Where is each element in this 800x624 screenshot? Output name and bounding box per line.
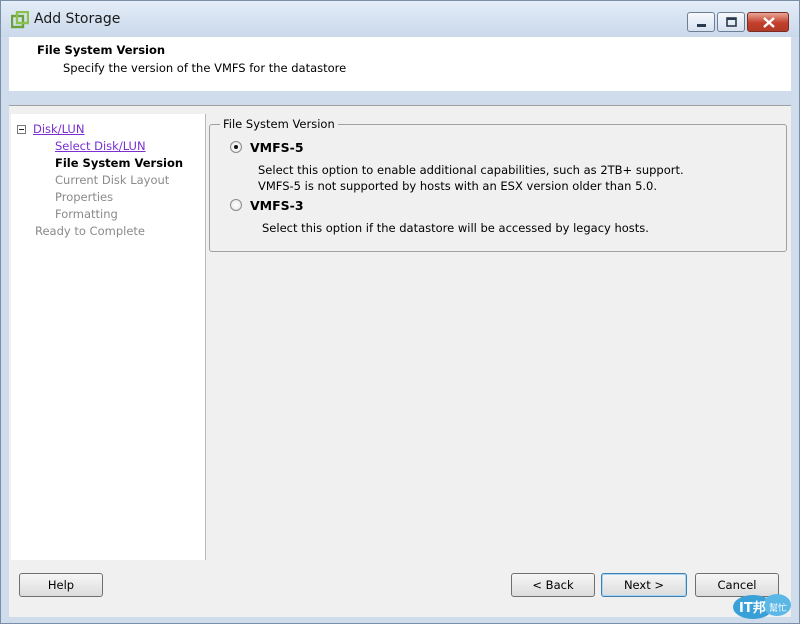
vmware-logo-icon	[11, 11, 29, 29]
step-disk-lun[interactable]: Disk/LUN	[33, 122, 84, 136]
content-panel: File System Version VMFS-5 Select this o…	[209, 114, 791, 560]
vmfs5-description-line1: Select this option to enable additional …	[258, 163, 684, 177]
group-title: File System Version	[220, 117, 338, 131]
page-subtitle: Specify the version of the VMFS for the …	[63, 61, 347, 75]
vmfs5-description-line2: VMFS-5 is not supported by hosts with an…	[258, 179, 658, 193]
wizard-footer: Help < Back Next > Cancel	[9, 561, 791, 617]
wizard-header: File System Version Specify the version …	[9, 37, 791, 91]
wizard-body: Disk/LUN Select Disk/LUN File System Ver…	[9, 105, 791, 561]
vmfs3-radio[interactable]	[230, 199, 242, 211]
step-select-disk-lun[interactable]: Select Disk/LUN	[55, 139, 146, 153]
maximize-icon	[726, 17, 737, 27]
vmfs3-description: Select this option if the datastore will…	[262, 221, 649, 235]
close-button[interactable]	[747, 12, 789, 32]
vmfs5-label[interactable]: VMFS-5	[250, 140, 304, 155]
back-button[interactable]: < Back	[511, 573, 595, 597]
maximize-button[interactable]	[717, 12, 745, 32]
vmfs3-label[interactable]: VMFS-3	[250, 198, 304, 213]
step-properties: Properties	[55, 190, 114, 204]
ithome-watermark-logo: IT邦 幫忙	[733, 594, 791, 619]
file-system-version-group: File System Version VMFS-5 Select this o…	[209, 117, 787, 252]
watermark-sub-text: 幫忙	[769, 602, 787, 614]
window-title: Add Storage	[34, 11, 121, 27]
step-current-disk-layout: Current Disk Layout	[55, 173, 170, 187]
next-button[interactable]: Next >	[601, 573, 687, 597]
add-storage-window: Add Storage File System Version Specify …	[0, 0, 800, 624]
minimize-button[interactable]	[687, 12, 715, 32]
collapse-toggle-icon[interactable]	[17, 125, 26, 134]
close-icon	[763, 17, 775, 28]
minimize-icon	[697, 24, 706, 27]
step-formatting: Formatting	[55, 207, 118, 221]
title-bar[interactable]: Add Storage	[1, 1, 799, 37]
wizard-steps-panel: Disk/LUN Select Disk/LUN File System Ver…	[11, 114, 206, 560]
step-ready-to-complete: Ready to Complete	[35, 224, 145, 238]
step-file-system-version: File System Version	[55, 156, 184, 170]
vmfs5-radio[interactable]	[230, 141, 242, 153]
watermark-main-text: IT邦	[739, 600, 766, 616]
help-button[interactable]: Help	[19, 573, 103, 597]
page-title: File System Version	[37, 43, 166, 57]
